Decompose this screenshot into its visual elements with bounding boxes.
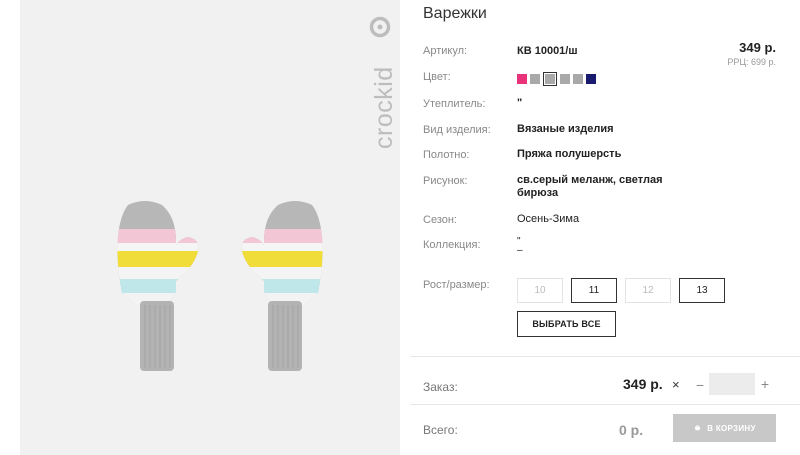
color-label: Цвет:	[423, 71, 451, 83]
total-price: 0 р.	[619, 422, 644, 438]
kind-value: Вязаные изделия	[517, 123, 614, 135]
fabric-label: Полотно:	[423, 149, 470, 161]
color-swatch[interactable]	[573, 74, 583, 84]
size-options: 10 11 12 13	[517, 278, 725, 303]
select-all-button[interactable]: ВЫБРАТЬ ВСЕ	[517, 311, 616, 337]
cart-icon	[695, 424, 701, 430]
times-icon: ×	[672, 377, 680, 392]
pattern-label: Рисунок:	[423, 175, 468, 187]
season-label: Сезон:	[423, 214, 457, 226]
add-to-cart-button[interactable]: В КОРЗИНУ	[673, 414, 776, 442]
color-swatches	[517, 72, 596, 86]
color-swatch-selected[interactable]	[543, 72, 557, 86]
collection-label: Коллекция:	[423, 239, 481, 251]
order-label: Заказ:	[423, 380, 458, 394]
increase-quantity-button[interactable]: +	[759, 376, 771, 392]
size-label: Рост/размер:	[423, 279, 490, 291]
kind-label: Вид изделия:	[423, 124, 491, 136]
quantity-input[interactable]	[709, 373, 755, 395]
fabric-value: Пряжа полушерсть	[517, 148, 622, 160]
pattern-value: св.серый меланж, светлая бирюза	[517, 174, 663, 199]
product-photo: crockid	[20, 0, 400, 455]
order-divider	[410, 356, 800, 357]
mittens-image	[117, 201, 323, 371]
size-option-12: 12	[625, 278, 671, 303]
article-value: КВ 10001/ш	[517, 45, 578, 57]
decrease-quantity-button[interactable]: −	[694, 377, 706, 393]
color-swatch[interactable]	[530, 74, 540, 84]
collection-value: " –	[517, 236, 523, 256]
rrp-price: РРЦ: 699 р.	[727, 57, 776, 67]
insulation-value: "	[517, 97, 523, 109]
size-option-10: 10	[517, 278, 563, 303]
color-swatch[interactable]	[517, 74, 527, 84]
product-title: Варежки	[423, 5, 487, 22]
total-divider	[410, 404, 800, 405]
product-price: 349 р.	[739, 40, 776, 55]
total-label: Всего:	[423, 423, 458, 437]
add-to-cart-label: В КОРЗИНУ	[707, 423, 756, 433]
brand-logo: crockid	[369, 16, 398, 149]
color-swatch[interactable]	[586, 74, 596, 84]
color-swatch[interactable]	[560, 74, 570, 84]
order-price: 349 р.	[623, 376, 663, 392]
season-value: Осень-Зима	[517, 213, 580, 225]
insulation-label: Утеплитель:	[423, 98, 486, 110]
size-option-13[interactable]: 13	[679, 278, 725, 303]
article-label: Артикул:	[423, 45, 468, 57]
brand-logo-text: crockid	[370, 66, 398, 149]
size-option-11[interactable]: 11	[571, 278, 617, 303]
